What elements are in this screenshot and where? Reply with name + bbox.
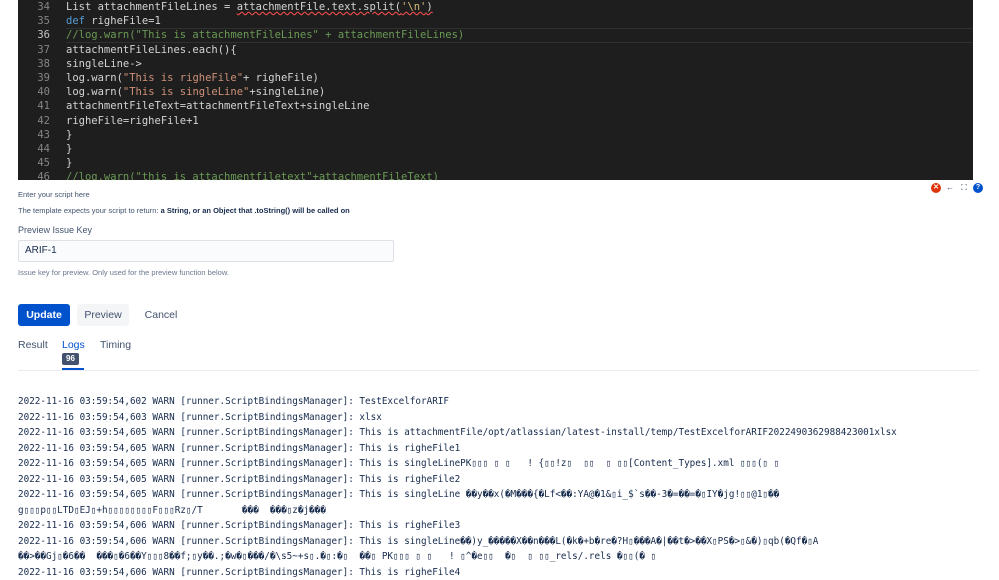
error-underline: attachmentFile.text.split('\n')	[237, 1, 433, 13]
code-line[interactable]: //log.warn("this is attachmentfiletext"+…	[66, 170, 973, 180]
code-line[interactable]: }	[66, 128, 973, 142]
code-line[interactable]: log.warn("This is singleLine"+singleLine…	[66, 85, 973, 99]
code-line[interactable]: righeFile=righeFile+1	[66, 114, 973, 128]
template-hint: The template expects your script to retu…	[18, 206, 350, 215]
code-line[interactable]: singleLine->	[66, 57, 973, 71]
code-line-active[interactable]: //log.warn("This is attachmentFileLines"…	[66, 28, 973, 42]
log-line: 2022-11-16 03:59:54,605 WARN [runner.Scr…	[18, 456, 988, 472]
editor-toolbar: ✕ ← ⛶ ?	[931, 183, 983, 193]
cancel-button[interactable]: Cancel	[138, 304, 184, 326]
preview-button[interactable]: Preview	[77, 304, 129, 326]
tab-timing[interactable]: Timing	[100, 339, 131, 351]
code-line[interactable]: List attachmentFileLines = attachmentFil…	[66, 0, 973, 14]
line-number: 40	[18, 85, 50, 99]
line-number: 39	[18, 71, 50, 85]
script-hint: Enter your script here	[18, 190, 90, 199]
tab-result[interactable]: Result	[18, 339, 48, 351]
line-number: 42	[18, 114, 50, 128]
arrow-left-icon[interactable]: ←	[945, 183, 955, 193]
update-button[interactable]: Update	[18, 304, 70, 326]
preview-issue-key-label: Preview Issue Key	[18, 225, 92, 235]
code-line[interactable]: attachmentFileText=attachmentFileText+si…	[66, 99, 973, 113]
log-output: 2022-11-16 03:59:54,602 WARN [runner.Scr…	[18, 394, 988, 580]
log-line: 2022-11-16 03:59:54,605 WARN [runner.Scr…	[18, 487, 988, 503]
error-icon[interactable]: ✕	[931, 183, 941, 193]
code-line[interactable]: attachmentFileLines.each(){	[66, 43, 973, 57]
code-line[interactable]: log.warn("This is righeFile"+ righeFile)	[66, 71, 973, 85]
line-number: 41	[18, 99, 50, 113]
log-line: 2022-11-16 03:59:54,606 WARN [runner.Scr…	[18, 565, 988, 580]
line-number: 44	[18, 142, 50, 156]
log-line: 2022-11-16 03:59:54,605 WARN [runner.Scr…	[18, 441, 988, 457]
line-number: 35	[18, 14, 50, 28]
code-area[interactable]: List attachmentFileLines = attachmentFil…	[66, 0, 973, 180]
active-tab-indicator	[62, 368, 84, 370]
preview-issue-key-hint: Issue key for preview. Only used for the…	[18, 268, 229, 277]
fullscreen-icon[interactable]: ⛶	[959, 183, 969, 193]
line-number: 43	[18, 128, 50, 142]
line-number: 37	[18, 43, 50, 57]
log-line: 2022-11-16 03:59:54,602 WARN [runner.Scr…	[18, 394, 988, 410]
line-number: 38	[18, 57, 50, 71]
log-line: 2022-11-16 03:59:54,606 WARN [runner.Scr…	[18, 518, 988, 534]
preview-issue-key-input[interactable]: ARIF-1	[18, 240, 394, 262]
line-number: 46	[18, 170, 50, 180]
line-number-active: 36	[18, 28, 50, 42]
line-number: 34	[18, 0, 50, 14]
script-editor[interactable]: 34 35 36 37 38 39 40 41 42 43 44 45 46 L…	[18, 0, 973, 180]
line-number-gutter: 34 35 36 37 38 39 40 41 42 43 44 45 46	[18, 0, 50, 180]
line-number: 45	[18, 156, 50, 170]
help-icon[interactable]: ?	[973, 183, 983, 193]
code-line[interactable]: }	[66, 142, 973, 156]
tab-logs[interactable]: Logs	[62, 339, 85, 351]
code-line[interactable]: def righeFile=1	[66, 14, 973, 28]
log-line: 2022-11-16 03:59:54,605 WARN [runner.Scr…	[18, 472, 988, 488]
log-line: 2022-11-16 03:59:54,603 WARN [runner.Scr…	[18, 410, 988, 426]
result-tabs: Result Logs Timing	[18, 336, 979, 371]
log-line: 2022-11-16 03:59:54,606 WARN [runner.Scr…	[18, 534, 988, 550]
log-line: g▯▯▯p▯▯LTD▯EJ▯+h▯▯▯▯▯▯▯▯F▯▯▯Rz▯/T ��� ��…	[18, 503, 988, 519]
log-line: ��>��Gj▯�6�� ���▯�6��Y▯▯▯8��f;▯y��.;�w�▯…	[18, 549, 988, 565]
logs-count-badge: 96	[62, 353, 79, 365]
code-line[interactable]: }	[66, 156, 973, 170]
log-line: 2022-11-16 03:59:54,605 WARN [runner.Scr…	[18, 425, 988, 441]
